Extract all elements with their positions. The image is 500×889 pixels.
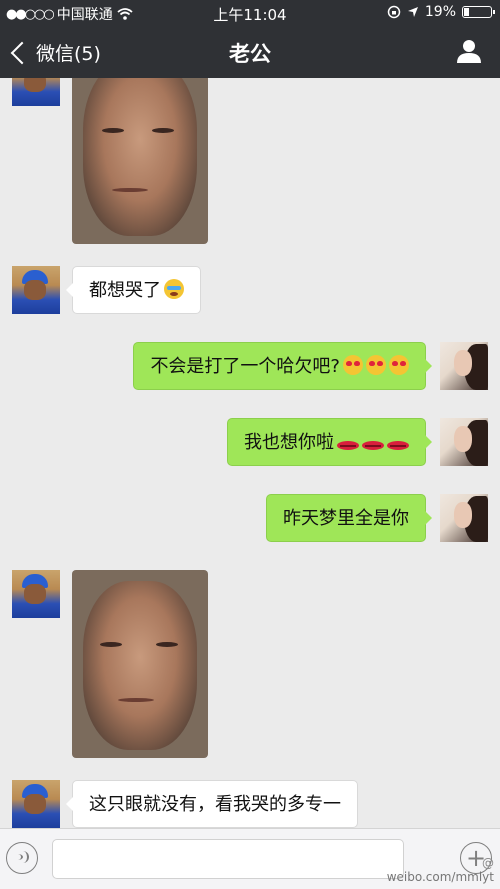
lips-emoji-icon: [387, 439, 409, 451]
message-bubble-sent[interactable]: 我也想你啦: [227, 418, 432, 466]
message-text: 都想哭了: [89, 280, 161, 301]
contact-avatar[interactable]: [12, 780, 60, 828]
heart-eyes-emoji-icon: [366, 355, 386, 375]
battery-percent: 19%: [424, 4, 456, 20]
chat-title: 老公: [229, 42, 271, 66]
message-text: 这只眼就没有，看我哭的多专一: [89, 794, 341, 815]
lips-emoji-icon: [362, 439, 384, 451]
nav-bar: 微信(5) 老公: [0, 26, 500, 78]
own-avatar[interactable]: [440, 418, 488, 466]
message-text: 不会是打了一个哈欠吧?: [150, 356, 340, 377]
message-bubble-sent[interactable]: 不会是打了一个哈欠吧?: [133, 342, 432, 390]
own-avatar[interactable]: [440, 494, 488, 542]
location-arrow-icon: [407, 7, 418, 17]
voice-input-button[interactable]: [6, 842, 38, 874]
lips-emoji-icon: [337, 439, 359, 451]
contact-profile-icon[interactable]: [456, 38, 482, 64]
crying-emoji-icon: [164, 279, 184, 299]
watermark-url: weibo.com/mmlyt: [386, 870, 494, 884]
heart-eyes-emoji-icon: [343, 355, 363, 375]
message-bubble-received[interactable]: 都想哭了: [66, 266, 201, 314]
own-avatar[interactable]: [440, 342, 488, 390]
message-bubble-received[interactable]: 这只眼就没有，看我哭的多专一: [66, 780, 358, 828]
contact-avatar[interactable]: [12, 78, 60, 106]
message-input[interactable]: [52, 839, 404, 879]
contact-avatar[interactable]: [12, 266, 60, 314]
message-text: 昨天梦里全是你: [283, 508, 409, 529]
message-bubble-sent[interactable]: 昨天梦里全是你: [266, 494, 432, 542]
sound-wave-icon: [17, 851, 29, 863]
battery-fill: [464, 8, 469, 16]
status-right: 19%: [387, 4, 495, 20]
battery-icon: [462, 6, 495, 18]
image-message[interactable]: [72, 570, 208, 758]
status-bar: ●●○○○ 中国联通 上午11:04 19%: [0, 0, 500, 26]
heart-eyes-emoji-icon: [389, 355, 409, 375]
message-text: 我也想你啦: [244, 432, 334, 453]
contact-avatar[interactable]: [12, 570, 60, 618]
rotation-lock-icon: [387, 5, 401, 19]
chat-messages[interactable]: 都想哭了 不会是打了一个哈欠吧? 我也想你啦 昨天梦里全是你 这只眼就没有，看我…: [0, 78, 500, 828]
image-message[interactable]: [72, 78, 208, 244]
watermark-handle: @: [482, 856, 494, 870]
